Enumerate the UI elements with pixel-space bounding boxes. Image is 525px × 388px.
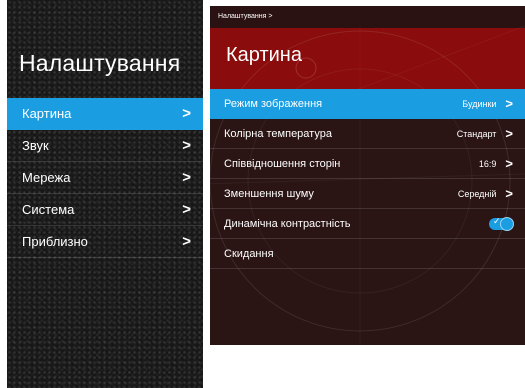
chevron-right-icon: > [505,126,513,141]
chevron-right-icon: > [182,105,191,122]
chevron-right-icon: > [505,186,513,201]
row-label: Колірна температура [224,127,332,140]
row-value: Середній [457,188,497,199]
chevron-right-icon: > [505,156,513,171]
chevron-right-icon: > [505,96,513,111]
row-reset[interactable]: Скидання [210,239,525,269]
menu-item-label: Мережа [22,170,71,185]
chevron-right-icon: > [182,169,191,186]
settings-menu-panel: Налаштування Картина > Звук > Мережа > С… [7,0,203,388]
menu-item-about[interactable]: Приблизно > [7,226,203,258]
row-label: Скидання [224,247,274,260]
settings-menu: Картина > Звук > Мережа > Система > Приб… [7,98,203,258]
row-value: 16:9 [478,158,497,169]
row-value: Стандарт [456,128,497,139]
menu-item-label: Картина [22,106,72,121]
row-label: Зменшення шуму [224,187,314,200]
menu-item-label: Приблизно [22,234,88,249]
picture-settings-list: Режим зображення Будинки > Колірна темпе… [210,89,525,269]
row-aspect-ratio[interactable]: Співвідношення сторін 16:9 > [210,149,525,179]
menu-item-label: Звук [22,138,49,153]
picture-settings-panel: Налаштування > Картина Режим зображення … [210,6,525,345]
row-noise-reduction[interactable]: Зменшення шуму Середній > [210,179,525,209]
row-color-temperature[interactable]: Колірна температура Стандарт > [210,119,525,149]
row-value: Будинки [462,98,497,109]
chevron-right-icon: > [182,201,191,218]
row-picture-mode[interactable]: Режим зображення Будинки > [210,89,525,119]
menu-item-network[interactable]: Мережа > [7,162,203,194]
dynamic-contrast-toggle[interactable]: ✓ [489,216,514,231]
chevron-right-icon: > [182,137,191,154]
row-label: Динамічна контрастність [224,217,351,230]
row-label: Режим зображення [224,97,323,110]
toggle-knob [500,216,514,231]
chevron-right-icon: > [182,233,191,250]
menu-item-sound[interactable]: Звук > [7,130,203,162]
menu-item-picture[interactable]: Картина > [7,98,203,130]
menu-item-system[interactable]: Система > [7,194,203,226]
menu-item-label: Система [22,202,75,217]
row-dynamic-contrast[interactable]: Динамічна контрастність ✓ [210,209,525,239]
settings-title: Налаштування [19,50,181,76]
row-label: Співвідношення сторін [224,157,341,170]
